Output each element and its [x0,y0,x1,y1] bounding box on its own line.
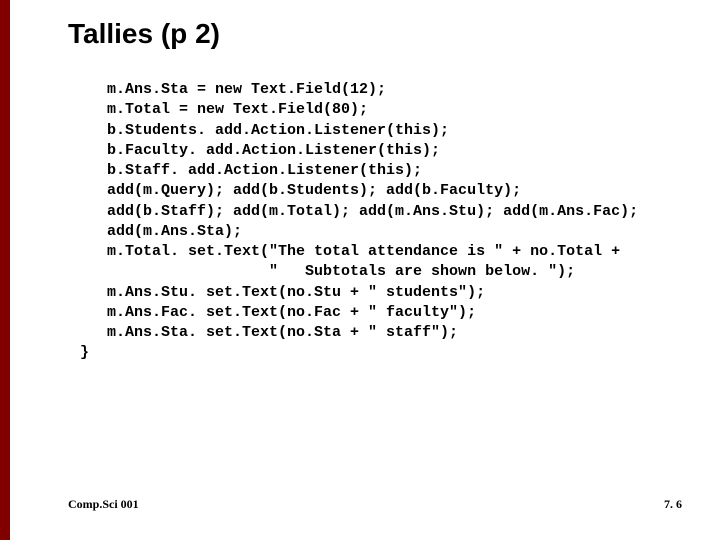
footer-course: Comp.Sci 001 [68,497,139,512]
slide: Tallies (p 2) m.Ans.Sta = new Text.Field… [0,0,720,540]
code-block: m.Ans.Sta = new Text.Field(12); m.Total … [80,80,638,364]
left-accent-stripe [0,0,10,540]
footer-page-number: 7. 6 [664,497,682,512]
slide-title: Tallies (p 2) [68,18,220,50]
